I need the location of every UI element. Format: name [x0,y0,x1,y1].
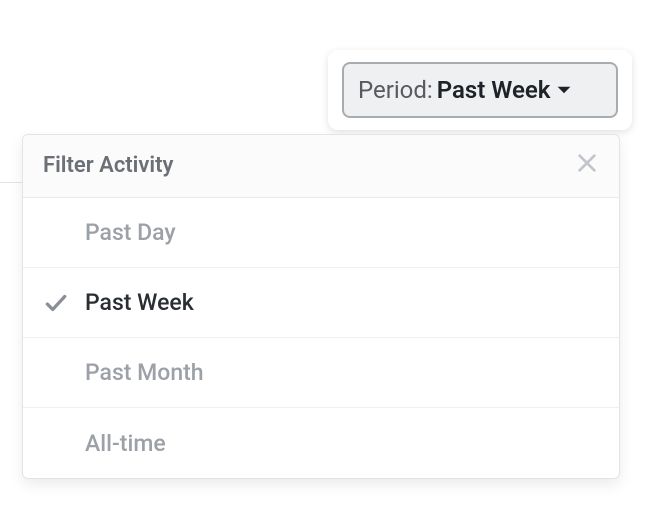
close-button[interactable] [573,151,601,179]
panel-title: Filter Activity [43,153,173,178]
option-label: Past Week [85,289,194,316]
filter-option[interactable]: Past Week [23,268,619,338]
option-label: All-time [85,430,166,457]
filter-option[interactable]: Past Month [23,338,619,408]
check-icon [43,290,85,316]
filter-activity-panel: Filter Activity Past Day Past Week Past Mo… [22,134,620,479]
option-label: Past Month [85,359,204,386]
close-icon [576,152,598,178]
period-dropdown-button[interactable]: Period: Past Week [342,62,618,118]
period-label: Period: [358,76,433,104]
period-selector-container: Period: Past Week [328,50,632,130]
filter-option[interactable]: All-time [23,408,619,478]
panel-header: Filter Activity [23,135,619,198]
filter-option[interactable]: Past Day [23,198,619,268]
option-label: Past Day [85,219,176,246]
period-value: Past Week [437,76,551,104]
options-list: Past Day Past Week Past Month All-time [23,198,619,478]
caret-down-icon [556,84,572,96]
